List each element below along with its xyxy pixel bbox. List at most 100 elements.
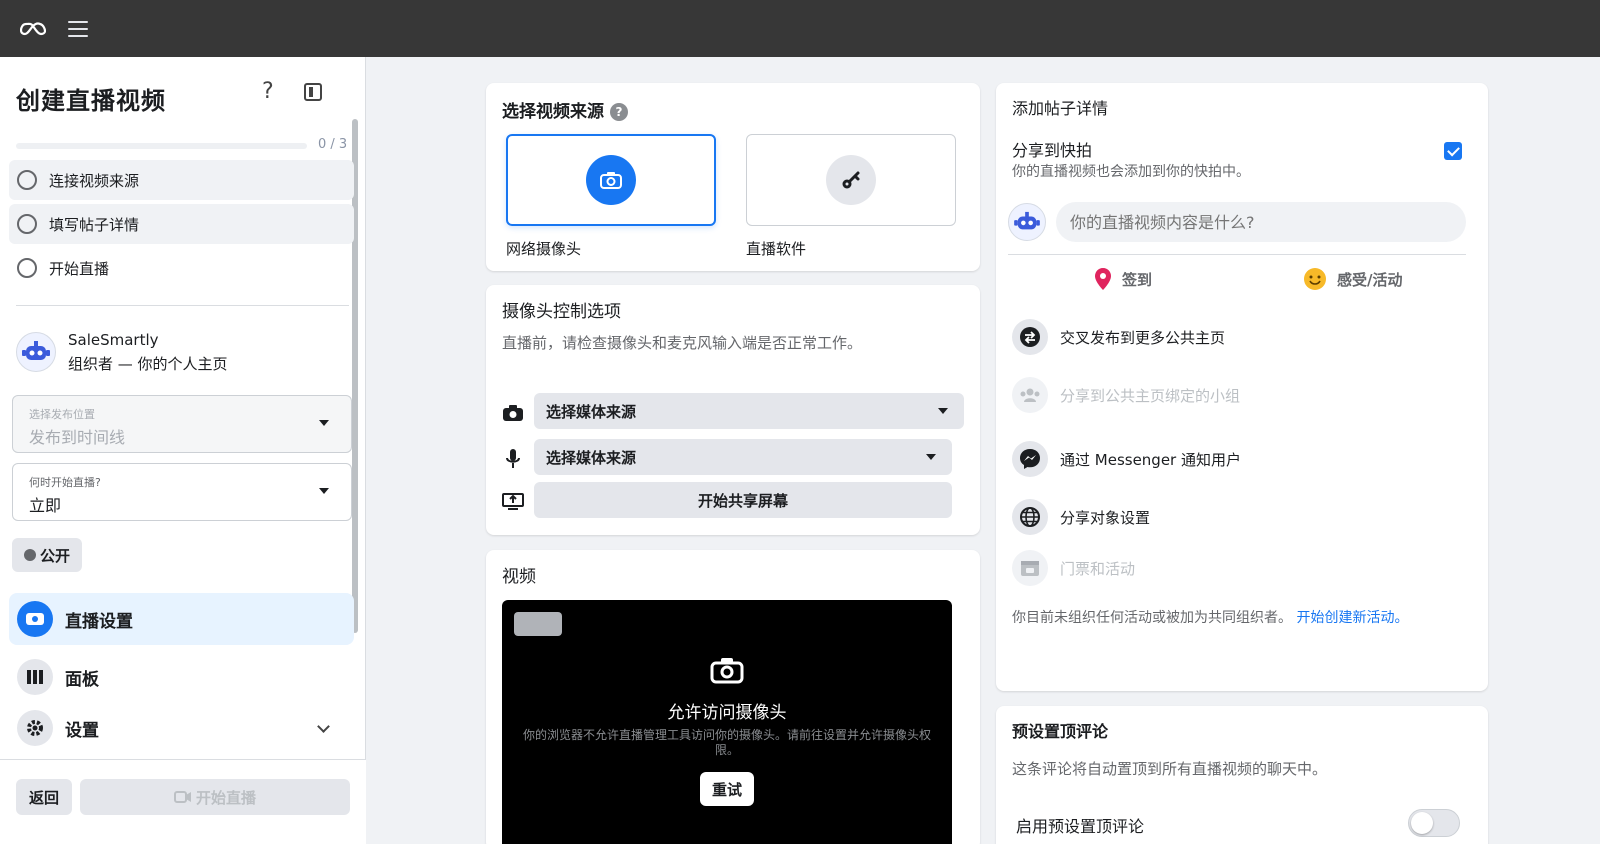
- audience-settings-option[interactable]: 分享对象设置: [1012, 499, 1462, 535]
- nav-item-settings[interactable]: 设置: [9, 702, 354, 754]
- key-icon: [826, 155, 876, 205]
- nav-label: 直播设置: [65, 611, 133, 632]
- share-screen-button[interactable]: 开始共享屏幕: [534, 482, 952, 518]
- gear-icon: [17, 710, 53, 746]
- retry-button[interactable]: 重试: [700, 772, 754, 806]
- top-bar: [0, 0, 1600, 57]
- camera-source-select[interactable]: 选择媒体来源: [534, 393, 964, 429]
- go-live-label: 开始直播: [195, 788, 256, 807]
- select-label: 选择发布位置: [29, 408, 95, 421]
- check-in-button[interactable]: 签到: [1094, 267, 1152, 291]
- create-event-link[interactable]: 开始创建新活动。: [1296, 610, 1408, 626]
- step-go-live[interactable]: 开始直播: [9, 248, 354, 288]
- chevron-down-icon[interactable]: [317, 720, 330, 733]
- preview-title: 允许访问摄像头: [667, 703, 787, 723]
- tickets-events-option: 门票和活动: [1012, 550, 1462, 586]
- pinned-comment-toggle[interactable]: [1408, 809, 1460, 837]
- video-preview: 允许访问摄像头 你的浏览器不允许直播管理工具访问你的摄像头。请前往设置并允许摄像…: [502, 600, 952, 844]
- avatar: [16, 332, 56, 372]
- help-icon[interactable]: ?: [262, 79, 274, 104]
- action-label: 感受/活动: [1337, 270, 1403, 289]
- action-label: 签到: [1122, 270, 1153, 289]
- select-label: 何时开始直播?: [29, 476, 101, 489]
- dashboard-icon: [17, 659, 53, 695]
- progress-count: 0 / 3: [318, 137, 348, 152]
- status-badge: [514, 612, 562, 636]
- screen-share-icon: [502, 490, 524, 512]
- option-label: 分享对象设置: [1060, 508, 1151, 527]
- card-description: 直播前，请检查摄像头和麦克风输入端是否正常工作。: [502, 334, 863, 352]
- card-title: 视频: [502, 567, 536, 587]
- messenger-notify-option[interactable]: 通过 Messenger 通知用户: [1012, 441, 1462, 477]
- post-location-select[interactable]: 选择发布位置 发布到时间线: [12, 395, 352, 453]
- select-value: 选择媒体来源: [546, 402, 637, 421]
- card-title: 添加帖子详情: [1012, 99, 1109, 118]
- caret-down-icon: [938, 408, 948, 414]
- crosspost-option[interactable]: 交叉发布到更多公共主页: [1012, 319, 1462, 355]
- card-title: 预设置顶评论: [1012, 722, 1109, 741]
- sidebar: 创建直播视频 ? 0 / 3 连接视频来源 填写帖子详情 开始直播 SaleSm…: [0, 57, 366, 844]
- start-time-select[interactable]: 何时开始直播? 立即: [12, 463, 352, 521]
- page-title: 创建直播视频: [16, 87, 166, 115]
- camera-controls-card: 摄像头控制选项 直播前，请检查摄像头和麦克风输入端是否正常工作。 选择媒体来源 …: [486, 285, 980, 535]
- option-label: 通过 Messenger 通知用户: [1060, 450, 1241, 469]
- step-label: 填写帖子详情: [49, 215, 140, 234]
- share-to-groups-option: 分享到公共主页绑定的小组: [1012, 377, 1462, 413]
- source-option-webcam[interactable]: [506, 134, 716, 226]
- share-story-title: 分享到快拍: [1012, 141, 1093, 160]
- step-label: 开始直播: [49, 259, 110, 278]
- back-button[interactable]: 返回: [16, 779, 72, 815]
- crosspost-icon: [1012, 319, 1048, 355]
- share-story-checkbox[interactable]: [1444, 142, 1462, 160]
- step-label: 连接视频来源: [49, 171, 140, 190]
- sidebar-footer: 返回 开始直播: [0, 759, 366, 844]
- post-composer-input[interactable]: [1056, 202, 1466, 242]
- help-icon[interactable]: ?: [610, 103, 628, 121]
- source-option-label: 直播软件: [746, 240, 807, 258]
- messenger-icon: [1012, 441, 1048, 477]
- nav-label: 设置: [65, 720, 99, 741]
- location-pin-icon: [1095, 268, 1111, 290]
- option-label: 门票和活动: [1060, 559, 1136, 578]
- microphone-icon: [502, 448, 524, 470]
- card-title: 摄像头控制选项: [502, 302, 621, 322]
- video-source-card: 选择视频来源? 网络摄像头 直播软件: [486, 83, 980, 271]
- option-label: 分享到公共主页绑定的小组: [1060, 386, 1241, 405]
- audience-label: 公开: [39, 546, 70, 565]
- camera-icon: [710, 656, 744, 684]
- avatar: [1008, 203, 1046, 241]
- nav-item-dashboard[interactable]: 面板: [9, 651, 354, 703]
- nav-item-live-settings[interactable]: 直播设置: [9, 593, 354, 645]
- preview-description: 你的浏览器不允许直播管理工具访问你的摄像头。请前往设置并允许摄像头权限。: [522, 728, 931, 757]
- camera-icon: [502, 402, 524, 424]
- step-circle-icon: [17, 170, 37, 190]
- video-camera-icon: [17, 601, 53, 637]
- step-post-details[interactable]: 填写帖子详情: [9, 204, 354, 244]
- feeling-activity-button[interactable]: 感受/活动: [1303, 267, 1402, 291]
- nav-label: 面板: [65, 669, 99, 690]
- organizer-role: 组织者 — 你的个人主页: [68, 355, 228, 373]
- step-connect-source[interactable]: 连接视频来源: [9, 160, 354, 200]
- video-source-title: 选择视频来源: [502, 102, 604, 122]
- events-notice: 你目前未组织任何活动或被加为共同组织者。 开始创建新活动。: [1012, 607, 1408, 627]
- pinned-comment-card: 预设置顶评论 这条评论将自动置顶到所有直播视频的聊天中。 启用预设置顶评论: [996, 706, 1488, 844]
- card-description: 这条评论将自动置顶到所有直播视频的聊天中。: [1012, 760, 1328, 778]
- go-live-button: 开始直播: [80, 779, 350, 815]
- audience-button[interactable]: 公开: [12, 538, 82, 572]
- collapse-sidebar-icon[interactable]: [304, 83, 322, 101]
- caret-down-icon: [319, 420, 329, 426]
- microphone-source-select[interactable]: 选择媒体来源: [534, 439, 952, 475]
- hamburger-menu-icon[interactable]: [68, 20, 88, 37]
- source-option-streaming-software[interactable]: [746, 134, 956, 226]
- select-value: 选择媒体来源: [546, 448, 637, 467]
- select-value: 立即: [29, 496, 62, 515]
- camera-icon: [586, 155, 636, 205]
- ticket-icon: [1012, 550, 1048, 586]
- notice-text: 你目前未组织任何活动或被加为共同组织者。: [1012, 610, 1292, 626]
- share-story-subtitle: 你的直播视频也会添加到你的快拍中。: [1012, 164, 1250, 180]
- source-option-label: 网络摄像头: [506, 240, 582, 258]
- card-title: 选择视频来源?: [502, 97, 628, 122]
- divider: [1008, 254, 1466, 255]
- select-value: 发布到时间线: [29, 428, 126, 447]
- meta-logo-icon[interactable]: [20, 19, 46, 39]
